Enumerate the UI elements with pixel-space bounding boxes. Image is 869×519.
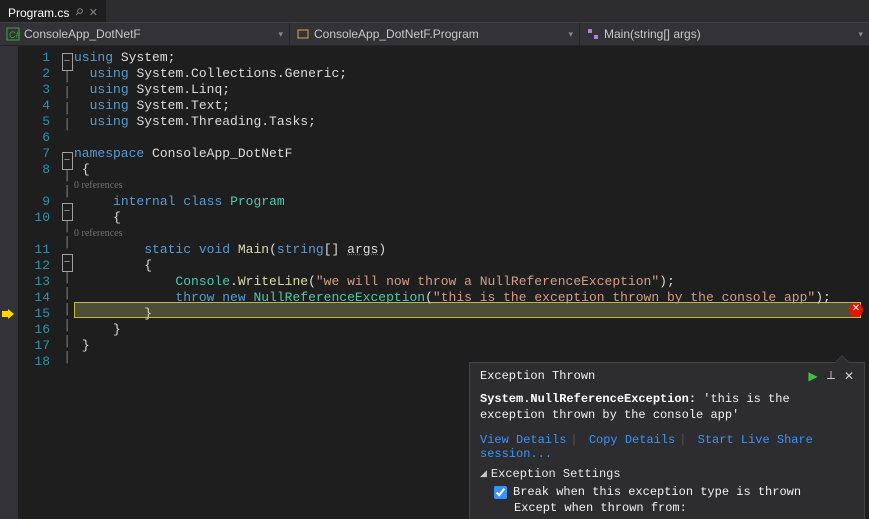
tab-filename: Program.cs xyxy=(8,6,69,20)
chevron-down-icon: ▾ xyxy=(858,29,863,40)
exception-settings-expander[interactable]: ◢Exception Settings xyxy=(480,467,854,481)
svg-text:C#: C# xyxy=(9,30,20,40)
class-icon xyxy=(296,27,310,41)
pin-icon[interactable]: ⚲ xyxy=(73,6,86,19)
nav-method-label: Main(string[] args) xyxy=(604,27,701,41)
current-statement-arrow-icon xyxy=(2,306,16,322)
nav-project-dropdown[interactable]: C# ConsoleApp_DotNetF ▾ xyxy=(0,23,289,45)
csharp-project-icon: C# xyxy=(6,27,20,41)
codelens-references[interactable]: 0 references xyxy=(74,180,123,191)
document-tab-bar: Program.cs ⚲ ✕ xyxy=(0,0,869,23)
navigation-bar: C# ConsoleApp_DotNetF ▾ ConsoleApp_DotNe… xyxy=(0,23,869,46)
continue-icon[interactable]: ▶ xyxy=(804,367,822,385)
document-tab-program-cs[interactable]: Program.cs ⚲ ✕ xyxy=(0,0,106,22)
close-icon[interactable]: ✕ xyxy=(840,367,858,385)
break-on-exception-input[interactable] xyxy=(494,486,507,499)
code-editor[interactable]: 123456789101112131415161718 − ││││ − ││ … xyxy=(0,46,869,519)
exception-message: System.NullReferenceException: 'this is … xyxy=(480,391,854,423)
outlining-gutter[interactable]: − ││││ − ││ − ││ − ││││││ xyxy=(60,46,74,519)
nav-class-dropdown[interactable]: ConsoleApp_DotNetF.Program ▾ xyxy=(289,23,579,45)
nav-class-label: ConsoleApp_DotNetF.Program xyxy=(314,27,479,41)
method-icon xyxy=(586,27,600,41)
close-icon[interactable]: ✕ xyxy=(89,6,98,19)
codelens-references[interactable]: 0 references xyxy=(74,228,123,239)
expander-triangle-icon: ◢ xyxy=(480,469,487,479)
except-when-thrown-label: Except when thrown from: xyxy=(514,501,854,515)
exception-popup-title: Exception Thrown xyxy=(480,369,804,383)
chevron-down-icon: ▾ xyxy=(568,29,573,40)
view-details-link[interactable]: View Details xyxy=(480,433,566,447)
nav-method-dropdown[interactable]: Main(string[] args) ▾ xyxy=(579,23,869,45)
breakpoint-gutter[interactable] xyxy=(0,46,18,519)
chevron-down-icon: ▾ xyxy=(278,29,283,40)
line-number-gutter: 123456789101112131415161718 xyxy=(18,46,60,519)
break-on-exception-checkbox[interactable]: Break when this exception type is thrown xyxy=(494,485,854,499)
nav-project-label: ConsoleApp_DotNetF xyxy=(24,27,141,41)
pin-icon[interactable]: ⟂ xyxy=(822,367,840,385)
exception-popup: Exception Thrown ▶ ⟂ ✕ System.NullRefere… xyxy=(469,362,865,519)
copy-details-link[interactable]: Copy Details xyxy=(589,433,675,447)
